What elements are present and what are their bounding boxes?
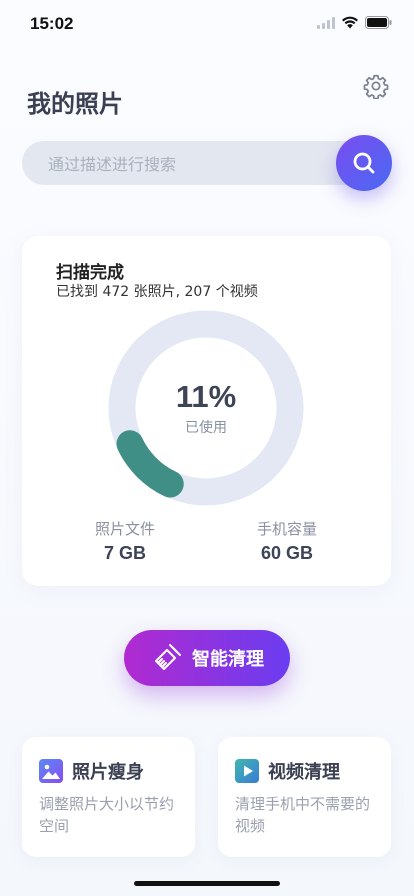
battery-icon bbox=[365, 16, 392, 29]
status-icons bbox=[317, 16, 392, 29]
page-title: 我的照片 bbox=[27, 90, 123, 118]
photos-size-value: 7 GB bbox=[103, 543, 146, 563]
signal-icon bbox=[317, 16, 335, 29]
video-play-icon bbox=[235, 759, 259, 783]
search-bar bbox=[22, 141, 367, 187]
home-indicator[interactable] bbox=[134, 881, 280, 886]
usage-percent: 11% bbox=[175, 379, 237, 414]
phone-capacity-value: 60 GB bbox=[260, 543, 314, 563]
screen: 15:02 我的照片 通过描述进行搜索 扫描完成 已找到 472 张照片, 20… bbox=[0, 0, 414, 896]
search-icon bbox=[353, 152, 375, 174]
gear-icon bbox=[363, 74, 389, 100]
wifi-icon bbox=[342, 16, 358, 29]
photo-slim-description: 调整照片大小以节约空间 bbox=[39, 795, 175, 835]
usage-ring: 11% 已使用 bbox=[108, 310, 304, 506]
broom-icon bbox=[155, 644, 181, 670]
usage-center: 11% 已使用 bbox=[108, 310, 304, 506]
phone-capacity-label: 手机容量 bbox=[256, 520, 317, 538]
video-clean-card[interactable]: 视频清理 清理手机中不需要的视频 bbox=[218, 737, 391, 857]
smart-clean-label: 智能清理 bbox=[192, 649, 264, 670]
phone-capacity-stat: 手机容量 60 GB bbox=[217, 518, 357, 564]
status-bar: 15:02 bbox=[0, 0, 414, 48]
photos-size-label: 照片文件 bbox=[94, 520, 155, 538]
search-button[interactable] bbox=[336, 135, 392, 191]
scan-result-card: 扫描完成 已找到 472 张照片, 207 个视频 11% 已使用 照片文件 7… bbox=[22, 236, 391, 586]
photo-slim-title: 照片瘦身 bbox=[72, 762, 144, 783]
video-clean-description: 清理手机中不需要的视频 bbox=[235, 795, 371, 835]
search-input[interactable] bbox=[46, 141, 330, 187]
photos-size-stat: 照片文件 7 GB bbox=[55, 518, 195, 564]
scan-title: 扫描完成 bbox=[56, 263, 124, 283]
usage-label: 已使用 bbox=[185, 420, 227, 436]
image-icon bbox=[39, 759, 63, 783]
settings-button[interactable] bbox=[363, 73, 389, 100]
video-clean-title: 视频清理 bbox=[268, 762, 340, 783]
status-time: 15:02 bbox=[30, 14, 74, 33]
smart-clean-button[interactable]: 智能清理 bbox=[124, 630, 290, 686]
photo-slim-card[interactable]: 照片瘦身 调整照片大小以节约空间 bbox=[22, 737, 195, 857]
scan-summary: 已找到 472 张照片, 207 个视频 bbox=[56, 284, 258, 300]
